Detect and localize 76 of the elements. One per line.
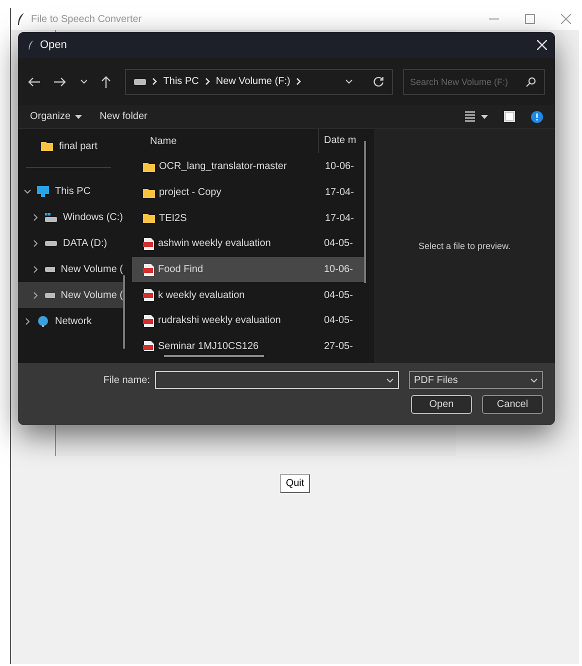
- chevron-icon[interactable]: [24, 318, 31, 324]
- chevron-icon[interactable]: [24, 188, 31, 194]
- drive-icon: [134, 78, 146, 84]
- back-arrow-icon[interactable]: [28, 76, 40, 86]
- quit-button[interactable]: Quit: [280, 474, 310, 493]
- folder-icon: [143, 213, 155, 224]
- drive-icon: [45, 266, 55, 272]
- refresh-icon[interactable]: [372, 76, 384, 87]
- nav-item[interactable]: Windows (C:): [18, 204, 123, 230]
- feather-icon: [28, 40, 34, 50]
- chevron-down-icon[interactable]: [80, 79, 88, 84]
- open-button[interactable]: Open: [411, 395, 472, 414]
- pdf-icon: [143, 238, 154, 250]
- chevron-icon[interactable]: [32, 240, 39, 246]
- file-row[interactable]: rudrakshi weekly evaluation 04-05-: [132, 308, 364, 334]
- network-icon: [37, 316, 49, 326]
- scrollbar[interactable]: [364, 141, 366, 283]
- nav-item[interactable]: New Volume (: [18, 282, 123, 308]
- chevron-down-icon[interactable]: [344, 79, 353, 84]
- window-title: File to Speech Converter: [31, 14, 142, 24]
- feather-icon: [17, 13, 25, 25]
- drive-icon: [45, 292, 55, 298]
- pdf-icon: [143, 264, 154, 276]
- search-field[interactable]: Search New Volume (F:): [402, 68, 545, 94]
- new-folder-button[interactable]: New folder: [100, 111, 148, 122]
- preview-message: Select a file to preview.: [418, 241, 511, 251]
- chevron-down-icon: [530, 378, 538, 382]
- breadcrumb-item[interactable]: New Volume (F:): [216, 76, 290, 87]
- file-row[interactable]: Food Find 10-06-: [132, 256, 364, 282]
- forward-arrow-icon[interactable]: [54, 76, 66, 86]
- folder-icon: [143, 188, 155, 198]
- nav-item[interactable]: Network: [18, 308, 123, 334]
- help-icon[interactable]: [531, 110, 543, 122]
- folder-icon: [41, 141, 53, 151]
- file-name-field[interactable]: [155, 371, 399, 389]
- field-label: File name:: [103, 374, 150, 386]
- file-type-dropdown[interactable]: PDF Files: [409, 371, 543, 389]
- chevron-right-icon: [204, 78, 210, 85]
- chevron-icon[interactable]: [32, 214, 39, 220]
- file-row[interactable]: Seminar 1MJ10CS126 27-05-: [132, 334, 364, 351]
- scrollbar[interactable]: [164, 355, 264, 357]
- breadcrumb-item[interactable]: This PC: [163, 76, 199, 87]
- nav-item[interactable]: DATA (D:): [18, 230, 123, 256]
- pdf-icon: [143, 314, 154, 327]
- file-row[interactable]: OCR_lang_translator-master 10-06-: [132, 154, 364, 180]
- folder-icon: [143, 162, 155, 172]
- file-row[interactable]: ashwin weekly evaluation 04-05-: [132, 231, 364, 257]
- address-bar[interactable]: This PC New Volume (F:): [125, 68, 393, 94]
- nav-item[interactable]: final part: [18, 133, 123, 159]
- up-arrow-icon[interactable]: [101, 76, 112, 88]
- nav-item[interactable]: New Volume (: [18, 256, 123, 282]
- column-header[interactable]: Date m: [318, 129, 356, 153]
- file-row[interactable]: k weekly evaluation 04-05-: [132, 282, 364, 308]
- pdf-icon: [143, 340, 154, 351]
- search-icon[interactable]: [526, 76, 536, 86]
- chevron-icon[interactable]: [32, 292, 39, 298]
- cancel-button[interactable]: Cancel: [482, 395, 543, 414]
- caret-icon[interactable]: [481, 114, 488, 118]
- organize-menu[interactable]: Organize: [30, 111, 82, 122]
- scrollbar[interactable]: [123, 275, 125, 349]
- drive-icon: [45, 212, 57, 222]
- maximize-icon[interactable]: [525, 14, 535, 24]
- chevron-right-icon[interactable]: [296, 78, 302, 85]
- dialog-title: Open: [40, 39, 67, 51]
- nav-item[interactable]: This PC: [18, 178, 123, 204]
- file-row[interactable]: TEI2S 17-04-: [132, 205, 364, 232]
- chevron-right-icon: [152, 78, 158, 85]
- list-view-icon[interactable]: [465, 111, 475, 122]
- file-row[interactable]: project - Copy 17-04-: [132, 180, 364, 206]
- chevron-icon[interactable]: [32, 266, 39, 272]
- drive-icon: [45, 240, 57, 246]
- monitor-icon: [37, 186, 49, 196]
- chevron-down-icon[interactable]: [386, 378, 394, 383]
- caret-icon: [74, 114, 82, 118]
- column-header[interactable]: Name: [132, 136, 318, 146]
- pdf-icon: [143, 289, 154, 302]
